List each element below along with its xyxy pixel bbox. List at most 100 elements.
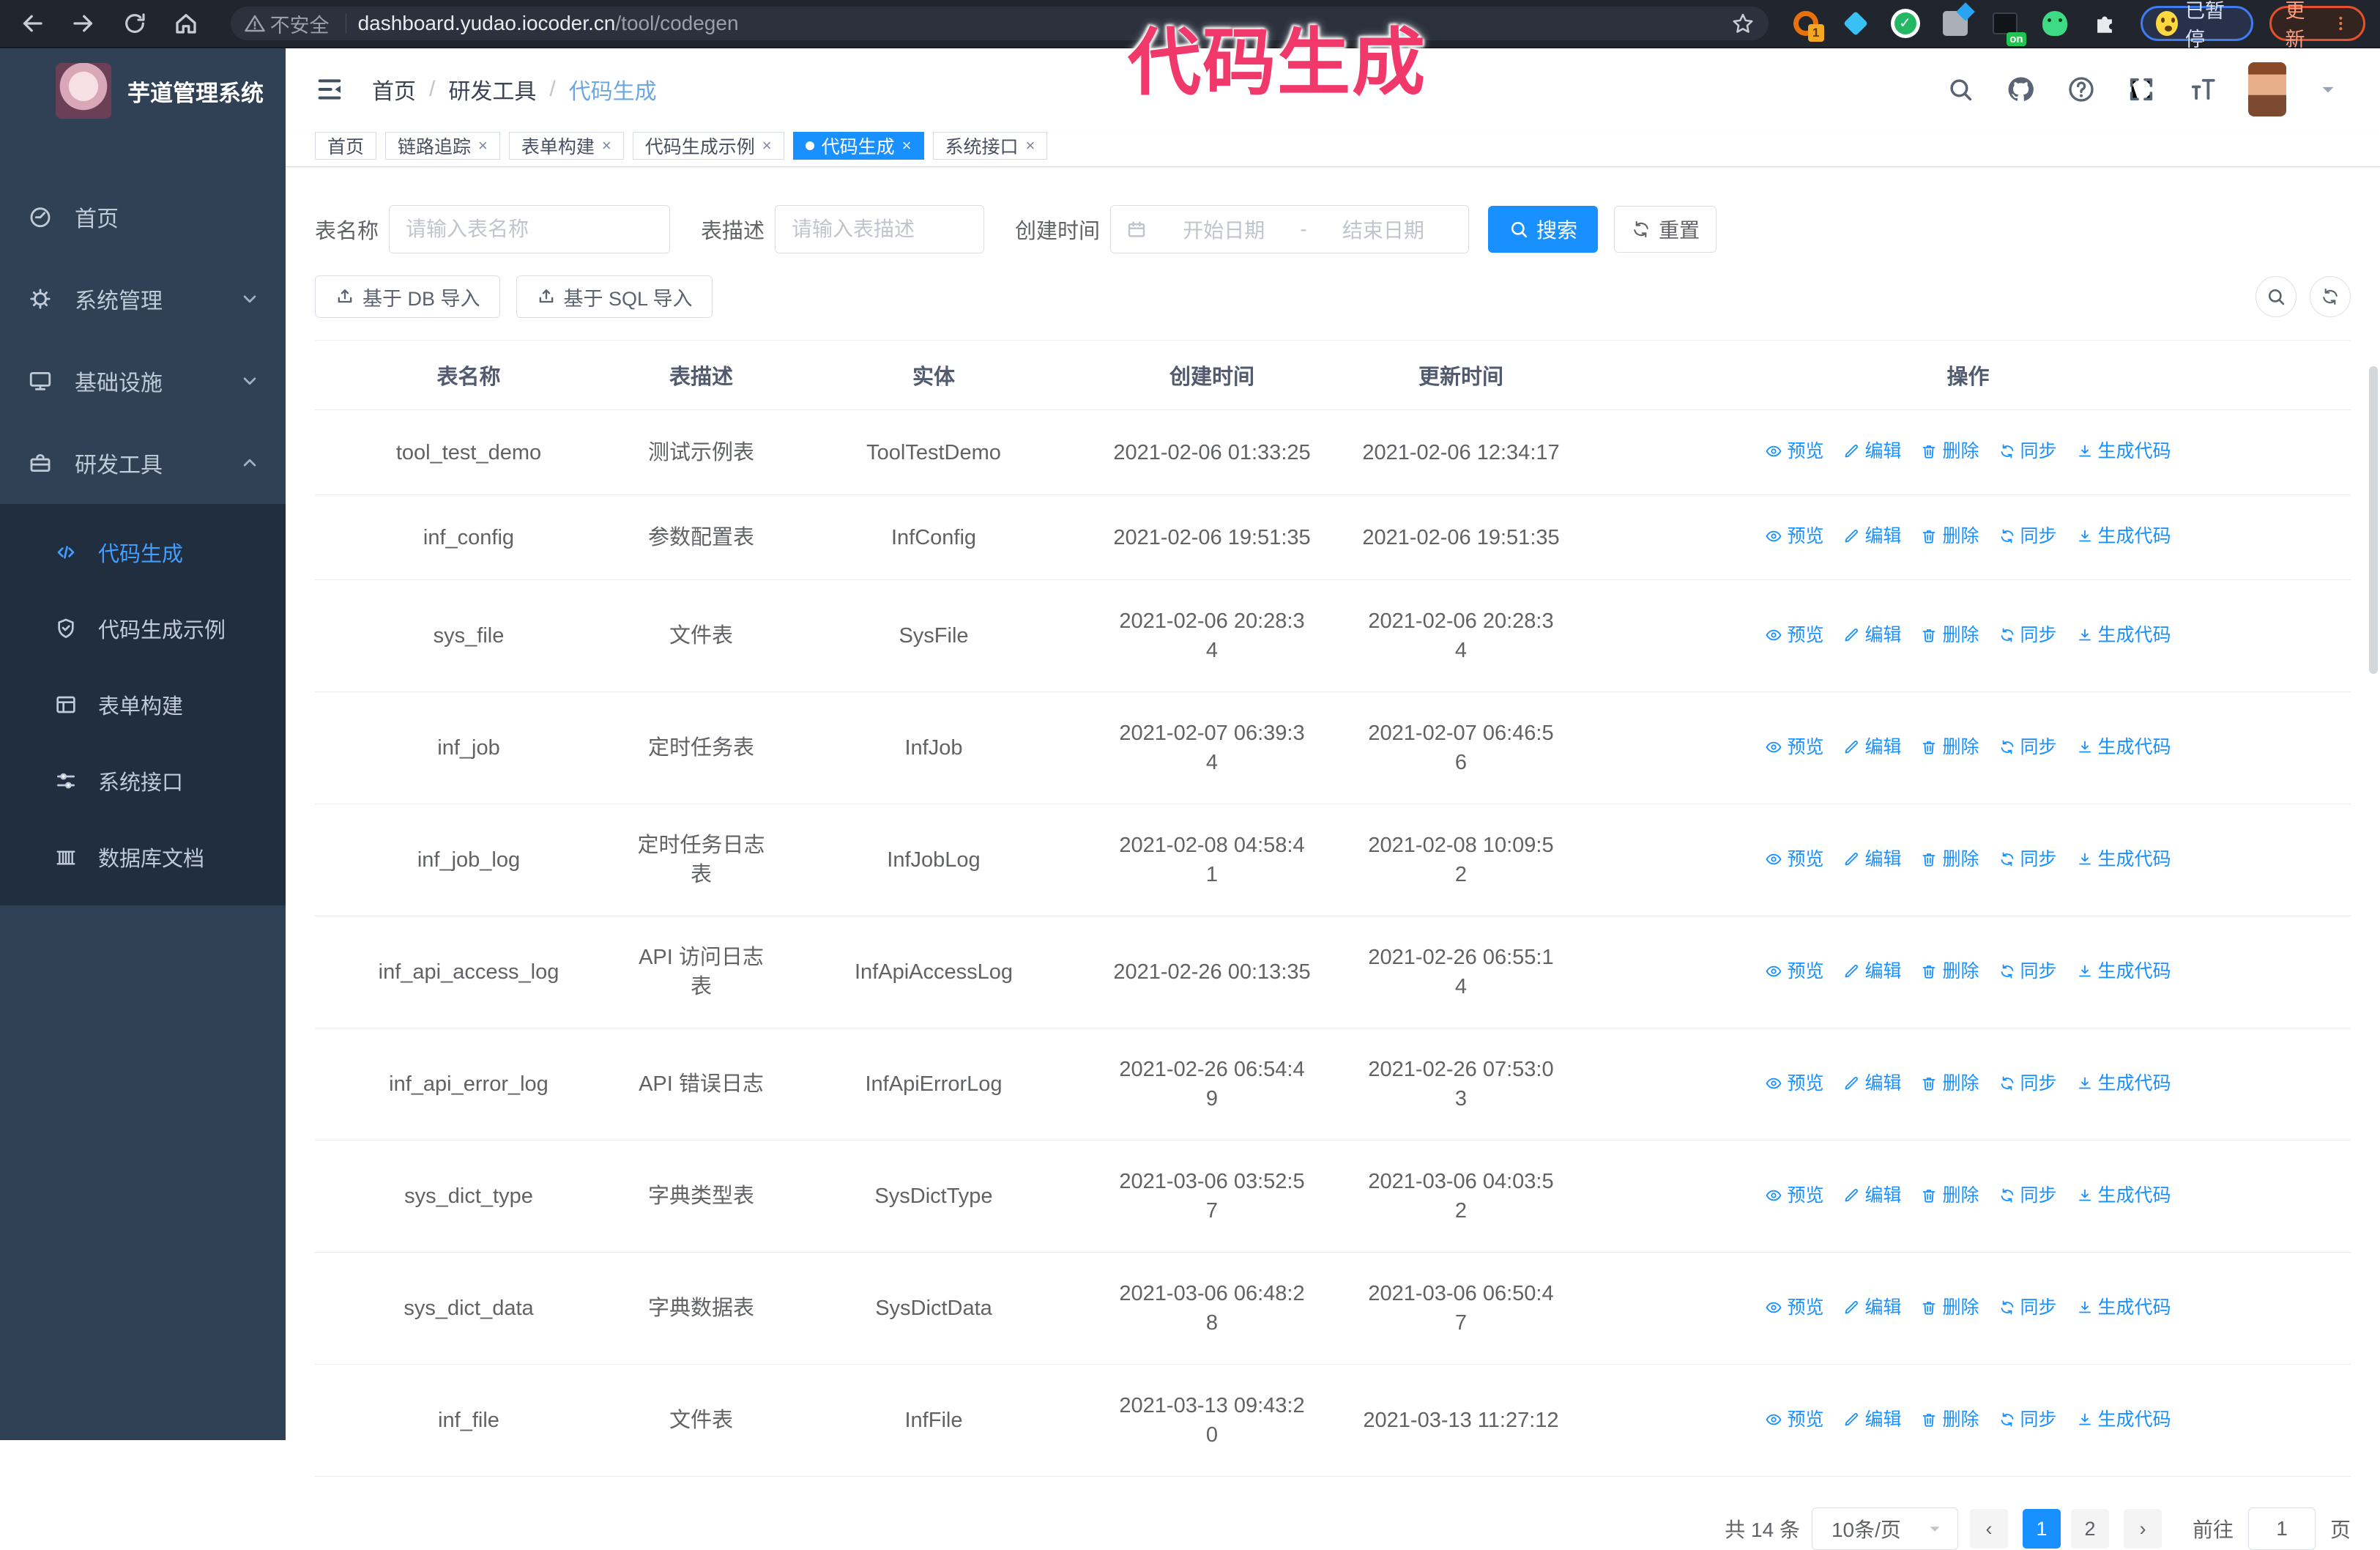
extension-android-icon[interactable] [2039, 8, 2070, 39]
tag-3[interactable]: 代码生成示例 × [632, 131, 784, 160]
action-preview-link[interactable]: 预览 [1765, 1069, 1823, 1098]
action-delete-link[interactable]: 删除 [1920, 437, 1979, 466]
tag-4[interactable]: 代码生成 × [792, 131, 924, 160]
tag-close-icon[interactable]: × [1026, 136, 1035, 155]
action-edit-link[interactable]: 编辑 [1842, 1293, 1901, 1322]
action-preview-link[interactable]: 预览 [1765, 845, 1823, 874]
github-icon[interactable] [2005, 74, 2036, 105]
action-generate-link[interactable]: 生成代码 [2076, 733, 2171, 762]
page-button-2[interactable]: 2 [2070, 1509, 2109, 1549]
action-generate-link[interactable]: 生成代码 [2076, 1181, 2171, 1210]
action-delete-link[interactable]: 删除 [1920, 733, 1979, 762]
action-generate-link[interactable]: 生成代码 [2076, 1405, 2171, 1434]
action-edit-link[interactable]: 编辑 [1842, 1405, 1901, 1434]
date-end-placeholder[interactable]: 结束日期 [1313, 215, 1454, 244]
action-generate-link[interactable]: 生成代码 [2076, 1069, 2171, 1098]
tag-close-icon[interactable]: × [602, 136, 611, 155]
action-preview-link[interactable]: 预览 [1765, 1405, 1823, 1434]
search-button[interactable]: 搜索 [1488, 206, 1599, 253]
app-logo-row[interactable]: 芋道管理系统 [0, 48, 286, 119]
sidebar-subitem-0[interactable]: 代码生成 [0, 514, 286, 590]
toggle-search-button[interactable] [2256, 276, 2297, 317]
next-page-button[interactable]: › [2123, 1509, 2162, 1549]
action-delete-link[interactable]: 删除 [1920, 957, 1979, 986]
date-start-placeholder[interactable]: 开始日期 [1153, 215, 1294, 244]
action-sync-link[interactable]: 同步 [1998, 1293, 2057, 1322]
avatar-caret-icon[interactable] [2317, 78, 2339, 100]
sidebar-subitem-4[interactable]: 数据库文档 [0, 819, 286, 895]
tag-close-icon[interactable]: × [902, 136, 912, 155]
sidebar-item-dashboard[interactable]: 首页 [0, 176, 286, 258]
refresh-table-button[interactable] [2310, 276, 2351, 317]
action-preview-link[interactable]: 预览 [1765, 437, 1823, 466]
browser-forward-button[interactable] [70, 9, 97, 38]
tag-5[interactable]: 系统接口 × [932, 131, 1048, 160]
action-edit-link[interactable]: 编辑 [1842, 1181, 1901, 1210]
action-edit-link[interactable]: 编辑 [1842, 733, 1901, 762]
browser-back-button[interactable] [19, 9, 45, 38]
page-button-1[interactable]: 1 [2022, 1509, 2061, 1549]
paused-badge[interactable]: 已暂停 [2140, 0, 2254, 51]
action-sync-link[interactable]: 同步 [1998, 957, 2057, 986]
action-edit-link[interactable]: 编辑 [1842, 437, 1901, 466]
action-sync-link[interactable]: 同步 [1998, 845, 2057, 874]
help-icon[interactable] [2067, 75, 2096, 104]
sidebar-item-monitor[interactable]: 基础设施 [0, 340, 286, 422]
action-edit-link[interactable]: 编辑 [1842, 845, 1901, 874]
extension-diamond-icon[interactable] [1840, 8, 1871, 39]
action-generate-link[interactable]: 生成代码 [2076, 437, 2171, 466]
action-generate-link[interactable]: 生成代码 [2076, 522, 2171, 551]
prev-page-button[interactable]: ‹ [1969, 1509, 2008, 1549]
action-delete-link[interactable]: 删除 [1920, 1293, 1979, 1322]
action-sync-link[interactable]: 同步 [1998, 522, 2057, 551]
extension-on-icon[interactable]: on [1990, 8, 2026, 46]
breadcrumb-item[interactable]: 研发工具 [448, 73, 536, 105]
extensions-puzzle-icon[interactable] [2089, 8, 2120, 39]
action-generate-link[interactable]: 生成代码 [2076, 957, 2171, 986]
date-range-picker[interactable]: 开始日期 - 结束日期 [1110, 205, 1470, 253]
action-preview-link[interactable]: 预览 [1765, 522, 1823, 551]
action-preview-link[interactable]: 预览 [1765, 733, 1823, 762]
action-sync-link[interactable]: 同步 [1998, 620, 2057, 650]
action-edit-link[interactable]: 编辑 [1842, 522, 1901, 551]
action-delete-link[interactable]: 删除 [1920, 1405, 1979, 1434]
tag-close-icon[interactable]: × [762, 136, 772, 155]
tag-1[interactable]: 链路追踪 × [385, 131, 500, 160]
action-sync-link[interactable]: 同步 [1998, 1181, 2057, 1210]
tag-0[interactable]: 首页 [315, 131, 377, 160]
browser-update-button[interactable]: 更新 [2269, 0, 2366, 51]
font-size-icon[interactable] [2187, 74, 2217, 105]
page-size-select[interactable]: 10条/页 [1811, 1508, 1958, 1550]
reset-button[interactable]: 重置 [1614, 206, 1717, 253]
browser-reload-button[interactable] [122, 9, 148, 38]
tag-2[interactable]: 表单构建 × [508, 131, 624, 160]
sidebar-subitem-3[interactable]: 系统接口 [0, 743, 286, 819]
table-name-input[interactable] [406, 218, 654, 241]
sidebar-item-toolbox[interactable]: 研发工具 [0, 422, 286, 504]
action-generate-link[interactable]: 生成代码 [2076, 1293, 2171, 1322]
scrollbar-thumb[interactable] [2369, 366, 2378, 674]
header-search-icon[interactable] [1946, 75, 1974, 103]
extension-grid-icon[interactable] [1940, 8, 1971, 39]
action-generate-link[interactable]: 生成代码 [2076, 620, 2171, 650]
action-preview-link[interactable]: 预览 [1765, 1181, 1823, 1210]
sidebar-subitem-2[interactable]: 表单构建 [0, 667, 286, 743]
action-preview-link[interactable]: 预览 [1765, 957, 1823, 986]
goto-page-input[interactable] [2247, 1508, 2316, 1550]
tag-close-icon[interactable]: × [478, 136, 488, 155]
bookmark-star-icon[interactable] [1730, 11, 1755, 36]
action-delete-link[interactable]: 删除 [1920, 1069, 1979, 1098]
action-preview-link[interactable]: 预览 [1765, 620, 1823, 650]
sidebar-subitem-1[interactable]: 代码生成示例 [0, 590, 286, 667]
import-sql-button[interactable]: 基于 SQL 导入 [516, 275, 713, 318]
action-delete-link[interactable]: 删除 [1920, 620, 1979, 650]
action-delete-link[interactable]: 删除 [1920, 1181, 1979, 1210]
extension-check-icon[interactable]: ✓ [1890, 8, 1921, 39]
action-delete-link[interactable]: 删除 [1920, 522, 1979, 551]
more-menu-icon[interactable] [2332, 13, 2350, 34]
action-edit-link[interactable]: 编辑 [1842, 957, 1901, 986]
browser-home-button[interactable] [173, 9, 199, 38]
table-desc-input[interactable] [792, 218, 968, 241]
breadcrumb-item[interactable]: 首页 [372, 73, 416, 105]
address-bar[interactable]: 不安全 dashboard.yudao.iocoder.cn/tool/code… [230, 7, 1769, 40]
